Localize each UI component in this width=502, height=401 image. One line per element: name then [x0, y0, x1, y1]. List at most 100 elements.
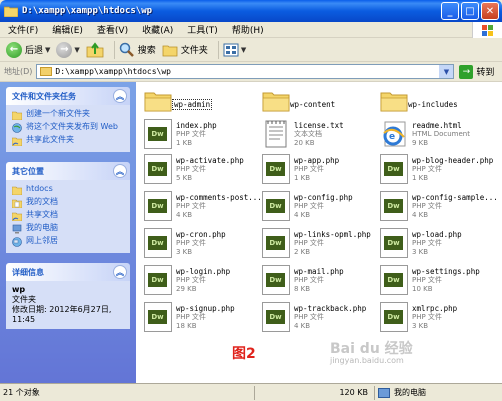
- task-share-folder[interactable]: 共享此文件夹: [12, 135, 124, 146]
- details-panel-header[interactable]: 详细信息 ︽: [6, 263, 130, 281]
- toolbar-divider: [217, 40, 219, 59]
- file-item[interactable]: Dw wp-login.php PHP 文件 29 KB: [144, 265, 262, 299]
- task-new-folder[interactable]: 创建一个新文件夹: [12, 109, 124, 120]
- file-item[interactable]: e readme.html HTML Document 9 KB: [380, 119, 498, 153]
- toolbar: ← 后退 ▼ → ▼ 搜索 文件夹 ▼: [0, 38, 502, 62]
- back-button[interactable]: ← 后退 ▼: [6, 40, 50, 60]
- forward-button[interactable]: → ▼: [56, 40, 80, 60]
- task-label: 将这个文件夹发布到 Web: [26, 122, 118, 131]
- menu-favorites[interactable]: 收藏(A): [142, 23, 173, 36]
- minimize-button[interactable]: _: [441, 2, 459, 20]
- address-dropdown-button[interactable]: ▼: [439, 65, 454, 78]
- file-item[interactable]: Dw wp-app.php PHP 文件 1 KB: [262, 154, 380, 188]
- file-item[interactable]: Dw wp-links-opml.php PHP 文件 2 KB: [262, 228, 380, 262]
- toolbar-divider: [113, 40, 115, 59]
- places-panel: 其它位置 ︽ htdocs 我的文档 共享文档 我的电脑 网上邻居: [6, 162, 130, 253]
- dreamweaver-file-icon: Dw: [380, 228, 408, 258]
- menu-help[interactable]: 帮助(H): [232, 23, 264, 36]
- task-publish-web[interactable]: 将这个文件夹发布到 Web: [12, 122, 124, 133]
- file-item[interactable]: Dw xmlrpc.php PHP 文件 3 KB: [380, 302, 498, 336]
- file-size: 1 KB: [294, 174, 311, 182]
- file-item[interactable]: Dw wp-cron.php PHP 文件 3 KB: [144, 228, 262, 262]
- file-item[interactable]: Dw wp-mail.php PHP 文件 8 KB: [262, 265, 380, 299]
- file-name: wp-trackback.php: [294, 304, 367, 313]
- file-name: wp-settings.php: [412, 267, 480, 276]
- place-my-computer[interactable]: 我的电脑: [12, 223, 124, 234]
- window-title: D:\xampp\xampp\htdocs\wp: [22, 6, 153, 16]
- dreamweaver-file-icon: Dw: [380, 191, 408, 221]
- file-item[interactable]: Dw index.php PHP 文件 1 KB: [144, 119, 262, 153]
- folder-icon: [380, 92, 408, 112]
- file-item[interactable]: Dw wp-trackback.php PHP 文件 4 KB: [262, 302, 380, 336]
- detail-type: 文件夹: [12, 295, 36, 304]
- file-name: wp-login.php: [176, 267, 231, 276]
- place-shared-documents[interactable]: 共享文档: [12, 210, 124, 221]
- text-document-icon: [265, 120, 287, 148]
- file-item[interactable]: Dw wp-load.php PHP 文件 3 KB: [380, 228, 498, 262]
- file-name: wp-load.php: [412, 230, 462, 239]
- file-name: wp-cron.php: [176, 230, 226, 239]
- file-size: 1 KB: [412, 174, 429, 182]
- file-type: PHP 文件: [176, 276, 206, 284]
- file-item[interactable]: Dw wp-config-sample... PHP 文件 4 KB: [380, 191, 498, 225]
- chevron-up-icon[interactable]: ︽: [113, 265, 127, 279]
- file-type: PHP 文件: [294, 276, 324, 284]
- place-my-documents[interactable]: 我的文档: [12, 197, 124, 208]
- dreamweaver-file-icon: Dw: [144, 191, 172, 221]
- place-label: htdocs: [26, 184, 53, 193]
- file-size: 4 KB: [294, 322, 311, 330]
- file-item[interactable]: license.txt 文本文档 20 KB: [262, 119, 380, 153]
- place-label: 共享文档: [26, 210, 58, 219]
- file-type: 文本文档: [294, 130, 322, 138]
- file-name: wp-links-opml.php: [294, 230, 371, 239]
- file-item[interactable]: Dw wp-activate.php PHP 文件 5 KB: [144, 154, 262, 188]
- places-panel-header[interactable]: 其它位置 ︽: [6, 162, 130, 180]
- file-item[interactable]: Dw wp-config.php PHP 文件 4 KB: [262, 191, 380, 225]
- address-input[interactable]: D:\xampp\xampp\htdocs\wp ▼: [36, 64, 455, 79]
- up-folder-icon: [86, 41, 104, 57]
- file-name: index.php: [176, 121, 217, 130]
- new-folder-icon: [12, 111, 22, 120]
- figure-caption: 图2: [232, 346, 256, 362]
- file-item[interactable]: Dw wp-signup.php PHP 文件 18 KB: [144, 302, 262, 336]
- up-folder-button[interactable]: [86, 40, 104, 60]
- go-button[interactable]: → 转到: [459, 64, 494, 79]
- menu-view[interactable]: 查看(V): [97, 23, 128, 36]
- folders-button[interactable]: 文件夹: [162, 40, 208, 60]
- details-panel: 详细信息 ︽ wp 文件夹 修改日期: 2012年6月27日, 11:45: [6, 263, 130, 329]
- file-item[interactable]: wp-includes: [380, 86, 498, 120]
- file-size: 8 KB: [294, 285, 311, 293]
- watermark-main: Bai du 经验: [330, 341, 413, 357]
- menu-tools[interactable]: 工具(T): [187, 23, 218, 36]
- svg-text:e: e: [389, 132, 395, 142]
- search-button[interactable]: 搜索: [119, 40, 156, 60]
- task-pane: 文件和文件夹任务 ︽ 创建一个新文件夹 将这个文件夹发布到 Web 共享此文件夹…: [0, 82, 136, 383]
- menu-edit[interactable]: 编辑(E): [52, 23, 83, 36]
- file-name: readme.html: [412, 121, 462, 130]
- go-arrow-icon: →: [459, 64, 474, 79]
- tasks-panel-header[interactable]: 文件和文件夹任务 ︽: [6, 87, 130, 105]
- file-item[interactable]: wp-admin: [144, 86, 262, 120]
- place-network[interactable]: 网上邻居: [12, 236, 124, 247]
- views-button[interactable]: ▼: [223, 40, 246, 60]
- back-label: 后退: [25, 46, 44, 56]
- chevron-up-icon[interactable]: ︽: [113, 164, 127, 178]
- file-item[interactable]: wp-content: [262, 86, 380, 120]
- file-name: wp-mail.php: [294, 267, 344, 276]
- file-name: wp-admin: [172, 98, 213, 110]
- file-size: 9 KB: [412, 139, 429, 147]
- file-item[interactable]: Dw wp-settings.php PHP 文件 10 KB: [380, 265, 498, 299]
- maximize-button[interactable]: □: [461, 2, 479, 20]
- file-type: PHP 文件: [176, 313, 206, 321]
- menu-file[interactable]: 文件(F): [8, 23, 38, 36]
- places-panel-title: 其它位置: [12, 166, 44, 176]
- close-button[interactable]: ✕: [481, 2, 499, 20]
- file-type: PHP 文件: [412, 202, 442, 210]
- file-item[interactable]: Dw wp-blog-header.php PHP 文件 1 KB: [380, 154, 498, 188]
- place-htdocs[interactable]: htdocs: [12, 184, 124, 195]
- computer-icon: [378, 387, 390, 398]
- status-location-label: 我的电脑: [394, 388, 426, 397]
- dreamweaver-file-icon: Dw: [144, 228, 172, 258]
- file-item[interactable]: Dw wp-comments-post... PHP 文件 4 KB: [144, 191, 262, 225]
- chevron-up-icon[interactable]: ︽: [113, 89, 127, 103]
